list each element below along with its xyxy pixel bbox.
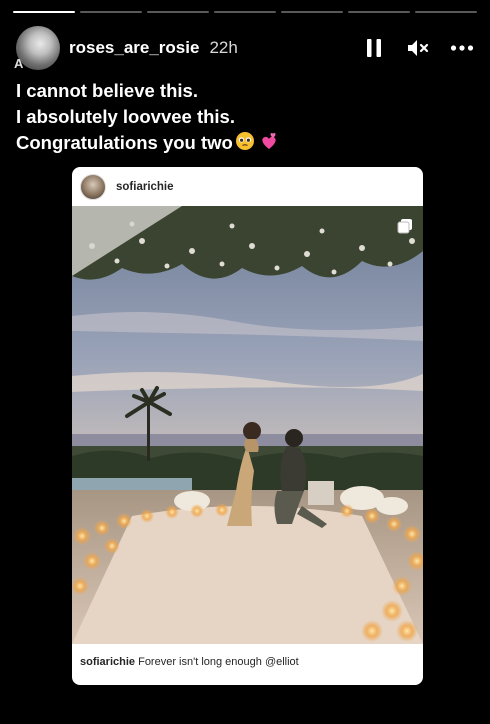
post-avatar[interactable]: [80, 173, 106, 200]
story-header: A roses_are_rosie 22h: [14, 26, 474, 71]
post-photo[interactable]: [72, 206, 423, 644]
story-username[interactable]: roses_are_rosie: [69, 38, 199, 58]
avatar[interactable]: A: [14, 26, 60, 71]
caption-line: Congratulations you two: [16, 132, 233, 153]
caption-line: I absolutely loovvee this.: [16, 106, 235, 127]
speaker-muted-icon[interactable]: [406, 36, 430, 60]
caption-line-with-emoji: Congratulations you two: [16, 130, 470, 158]
progress-segment: [80, 11, 142, 13]
post-caption-text: Forever isn't long enough @elliot: [138, 656, 299, 668]
caption-line: I cannot believe this.: [16, 80, 198, 101]
story-controls: [362, 36, 474, 60]
post-caption-username[interactable]: sofiarichie: [80, 656, 135, 668]
story-progress-bar: [13, 11, 477, 13]
proposal-photo: [72, 206, 423, 644]
multiple-photos-icon: [397, 218, 413, 239]
progress-segment: [147, 11, 209, 13]
progress-segment: [415, 11, 477, 13]
pause-icon[interactable]: [362, 36, 386, 60]
post-username[interactable]: sofiarichie: [116, 181, 174, 193]
story-time: 22h: [209, 38, 238, 57]
shared-post-card[interactable]: sofiarichie sofiarichie Forever isn't lo…: [72, 167, 423, 685]
post-header: sofiarichie: [72, 167, 423, 206]
progress-segment: [214, 11, 276, 13]
progress-segment: [281, 11, 343, 13]
avatar-overlay-text: A: [14, 56, 24, 71]
two-hearts-emoji-icon: [257, 131, 279, 158]
progress-segment: [13, 11, 75, 13]
story-caption: I cannot believe this. I absolutely loov…: [16, 78, 470, 158]
more-dots-icon[interactable]: [450, 36, 474, 60]
pleading-face-emoji-icon: [235, 131, 255, 158]
progress-segment: [348, 11, 410, 13]
post-caption: sofiarichie Forever isn't long enough @e…: [80, 656, 299, 668]
